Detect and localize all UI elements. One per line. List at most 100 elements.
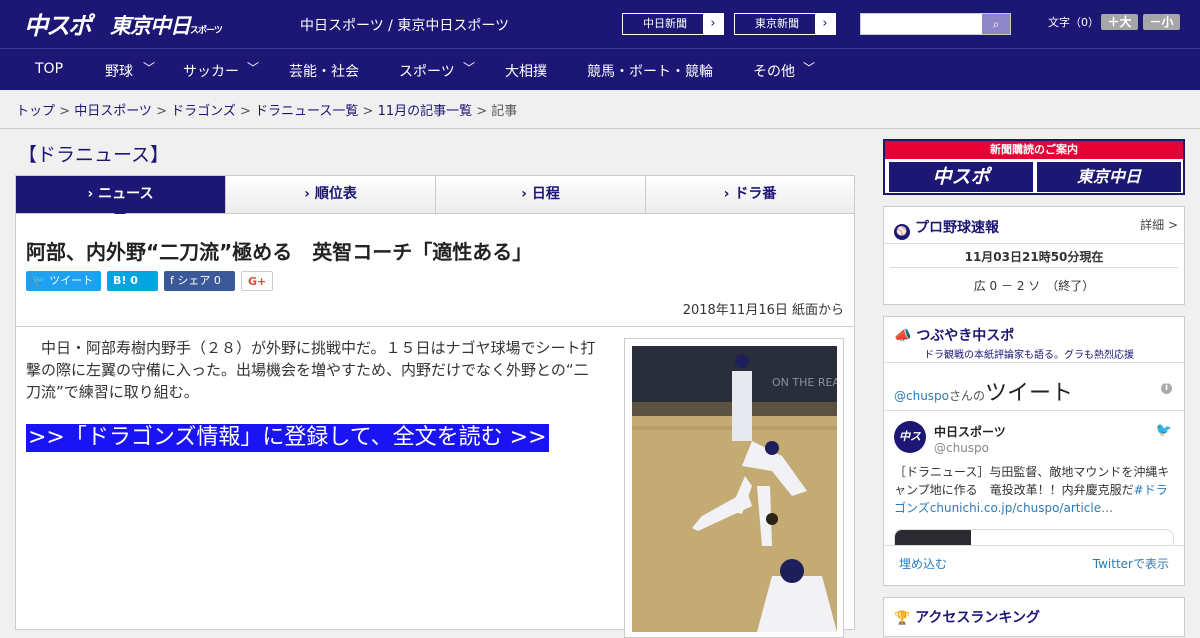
megaphone-icon: 📣	[894, 328, 912, 344]
baseball-title-text: プロ野球速報	[915, 220, 999, 236]
ad-tokyo-chunichi-button[interactable]: 東京中日	[1037, 162, 1181, 192]
article-photo[interactable]: ON THE REAL	[624, 338, 844, 638]
timeline-heading: @chuspoさんのツイート	[894, 375, 1073, 407]
nav-soccer[interactable]: サッカー ﹀	[183, 61, 259, 81]
subscription-ad[interactable]: 新聞購読のご案内 中スポ 東京中日	[883, 139, 1185, 195]
article-body: 中日・阿部寿樹内野手（２８）が外野に挑戦中だ。１５日はナゴヤ球場でシート打撃の際…	[26, 339, 596, 401]
tweet-author-id[interactable]: @chuspo	[934, 441, 989, 455]
twitter-widget-subtitle: ドラ観戦の本紙評論家も語る。グラも熱烈応援	[924, 350, 1134, 361]
divider	[16, 326, 854, 327]
baseball-score[interactable]: 広 0 － 2 ソ （終了）	[884, 277, 1184, 294]
search-icon[interactable]: ⌕	[982, 14, 1010, 34]
nav-other[interactable]: その他 ﹀	[753, 61, 815, 81]
timeline-tweet-label: ツイート	[985, 381, 1074, 406]
tokyo-shimbun-link[interactable]: 東京新聞 ›	[734, 13, 836, 35]
hatena-button[interactable]: B! 0	[107, 271, 158, 291]
tweet-card-image	[895, 530, 971, 545]
tweet-body: ［ドラニュース］与田監督、敵地マウンドを沖縄キャンプ地に作る 竜投改革！！内弁慶…	[894, 465, 1170, 497]
font-size-label: 文字（0）	[1048, 16, 1099, 29]
chevron-down-icon: ﹀	[143, 61, 156, 75]
facebook-share-button[interactable]: f シェア 0	[164, 271, 235, 291]
nav-sports[interactable]: スポーツ ﹀	[399, 61, 475, 81]
nav-label: その他	[753, 64, 795, 80]
ranking-title: 🏆 アクセスランキング	[894, 607, 1040, 627]
tokyo-chunichi-logo[interactable]: 東京中日スポーツ	[110, 10, 223, 40]
svg-text:ON THE REAL: ON THE REAL	[772, 376, 837, 389]
search-input[interactable]: ⌕	[860, 13, 1011, 35]
ranking-box: 🏆 アクセスランキング	[883, 597, 1185, 637]
section-title: 【ドラニュース】	[18, 144, 170, 166]
breadcrumb-top[interactable]: トップ	[16, 104, 55, 119]
nav-entertainment[interactable]: 芸能・社会	[289, 61, 359, 81]
article: 阿部、内外野“二刀流”極める 英智コーチ「適性ある」 🐦 ツイート B! 0 f…	[15, 214, 855, 638]
tweet-author-name[interactable]: 中日スポーツ	[934, 423, 1006, 440]
avatar[interactable]: 中ス	[894, 421, 926, 453]
timeline-handle[interactable]: @chuspo	[894, 389, 949, 403]
divider	[890, 267, 1178, 268]
baseball-detail-link[interactable]: 詳細 >	[1140, 216, 1178, 233]
player-photo-image: ON THE REAL	[632, 346, 837, 632]
chunichi-label: 中日新聞	[643, 17, 687, 30]
embed-link[interactable]: 埋め込む	[899, 555, 947, 572]
baseball-title: ⚾ プロ野球速報	[894, 217, 999, 240]
font-increase-button[interactable]: ＋大	[1101, 14, 1138, 30]
tab-bar: › ニュース › 順位表 › 日程 › ドラ番	[15, 175, 855, 220]
tab-schedule[interactable]: › 日程	[436, 176, 646, 213]
tab-news[interactable]: › ニュース	[16, 176, 226, 220]
tab-label: ニュース	[98, 186, 154, 202]
tweet-card[interactable]	[894, 529, 1174, 545]
chunichi-shimbun-link[interactable]: 中日新聞 ›	[622, 13, 724, 35]
ad-chuspo-button[interactable]: 中スポ	[889, 162, 1033, 192]
tab-label: ドラ番	[734, 186, 777, 202]
divider	[884, 362, 1184, 363]
tab-label: 順位表	[314, 186, 357, 202]
tweet-label: ツイート	[49, 274, 94, 287]
divider	[884, 410, 1184, 411]
tokyo-label: 東京新聞	[755, 17, 799, 30]
ad-title: 新聞購読のご案内	[885, 141, 1183, 159]
nav-sumo[interactable]: 大相撲	[505, 61, 547, 81]
breadcrumb-current: 記事	[491, 104, 518, 119]
font-decrease-button[interactable]: －小	[1143, 14, 1180, 30]
twitter-icon: 🐦	[32, 274, 46, 287]
view-on-twitter-link[interactable]: Twitterで表示	[1093, 555, 1169, 572]
tab-standings[interactable]: › 順位表	[226, 176, 436, 213]
twitter-widget: 📣 つぶやき中スポ ドラ観戦の本紙評論家も語る。グラも熱烈応援 @chuspoさ…	[883, 316, 1185, 586]
breadcrumb-month[interactable]: 11月の記事一覧	[378, 104, 473, 119]
ranking-title-text: アクセスランキング	[915, 610, 1040, 626]
breadcrumb-news-list[interactable]: ドラニュース一覧	[255, 104, 358, 119]
tab-label: 日程	[531, 186, 560, 202]
sports-text: スポーツ	[190, 26, 223, 36]
register-link[interactable]: >>「ドラゴンズ情報」に登録して、全文を読む >>	[26, 424, 549, 452]
nav-baseball[interactable]: 野球 ﹀	[105, 61, 155, 81]
nav-label: スポーツ	[399, 64, 455, 80]
divider	[884, 243, 1184, 244]
main-nav: TOP 野球 ﹀ サッカー ﹀ 芸能・社会 スポーツ ﹀ 大相撲 競馬・ボート・競輪 …	[0, 48, 1200, 90]
chevron-right-icon: ›	[703, 14, 723, 34]
info-icon[interactable]: i	[1161, 383, 1172, 394]
nav-racing[interactable]: 競馬・ボート・競輪	[587, 61, 713, 81]
baseball-icon: ⚾	[894, 224, 910, 240]
google-plus-button[interactable]: G+	[241, 271, 273, 291]
tweet-button[interactable]: 🐦 ツイート	[26, 271, 101, 291]
chevron-right-icon: ›	[815, 14, 835, 34]
site-name: 中日スポーツ / 東京中日スポーツ	[300, 18, 510, 34]
share-label: シェア 0	[177, 274, 221, 287]
twitter-bird-icon[interactable]: 🐦	[1156, 423, 1172, 438]
breadcrumb-dragons[interactable]: ドラゴンズ	[171, 104, 236, 119]
timeline-san: さんの	[949, 389, 986, 403]
breadcrumb: トップ > 中日スポーツ > ドラゴンズ > ドラニュース一覧 > 11月の記事…	[16, 104, 518, 119]
baseball-time: 11月03日21時50分現在	[964, 250, 1104, 264]
article-date: 2018年11月16日 紙面から	[682, 303, 844, 318]
breadcrumb-chuspo[interactable]: 中日スポーツ	[74, 104, 152, 119]
chuspo-logo[interactable]: 中スポ	[24, 6, 92, 41]
tweet-text: ［ドラニュース］与田監督、敵地マウンドを沖縄キャンプ地に作る 竜投改革！！内弁慶…	[894, 463, 1179, 517]
chevron-down-icon: ﹀	[247, 61, 260, 75]
nav-top[interactable]: TOP	[35, 61, 63, 77]
twitter-widget-title: 📣 つぶやき中スポ	[894, 325, 1014, 345]
ranking-icon: 🏆	[894, 611, 911, 626]
divider	[884, 545, 1184, 546]
tab-reporter[interactable]: › ドラ番	[646, 176, 854, 213]
baseball-score-box: ⚾ プロ野球速報 詳細 > 11月03日21時50分現在 広 0 － 2 ソ （終…	[883, 206, 1185, 305]
nav-label: サッカー	[183, 64, 239, 80]
